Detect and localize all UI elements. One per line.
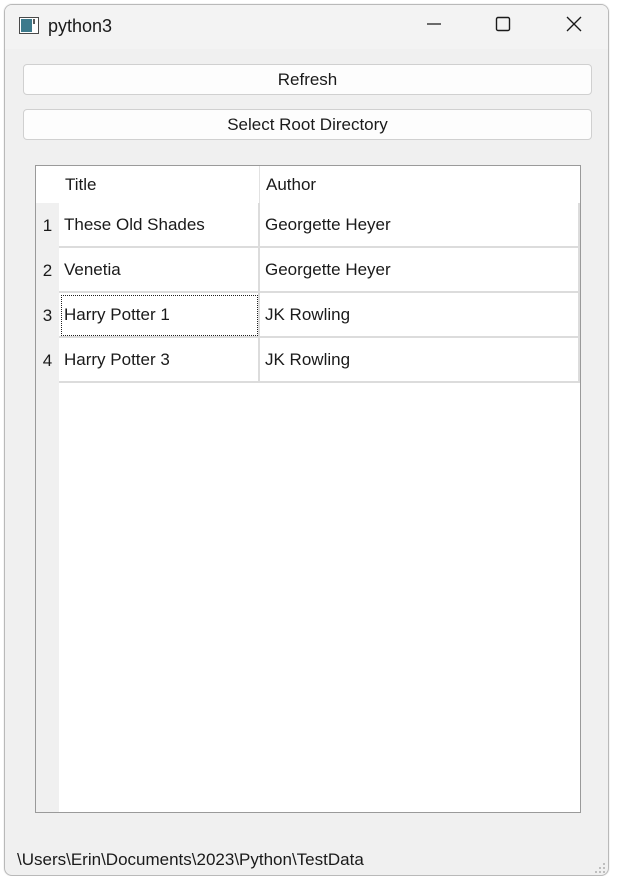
app-window-icon [19,17,39,34]
column-header-title[interactable]: Title [59,166,260,203]
table-cell-author[interactable]: Georgette Heyer [260,248,580,293]
minimize-icon [426,16,442,37]
window-title: python3 [48,16,113,36]
table-cell-author[interactable]: JK Rowling [260,293,580,338]
row-header[interactable]: 3 [36,293,59,338]
maximize-icon [495,16,511,37]
app-window: python3 Refresh Select Root Directory Ti… [4,4,609,876]
table-cell-title[interactable]: Venetia [59,248,260,293]
table-cell-author[interactable]: JK Rowling [260,338,580,383]
table-corner [36,166,59,203]
row-header[interactable]: 2 [36,248,59,293]
table-cell-title-focused[interactable]: Harry Potter 1 [59,293,260,338]
books-table[interactable]: Title Author 1 These Old Shades Georgett… [35,165,581,813]
table-cell-title[interactable]: These Old Shades [59,203,260,248]
maximize-button[interactable] [480,5,526,47]
close-icon [566,16,582,37]
row-header[interactable]: 1 [36,203,59,248]
minimize-button[interactable] [411,5,457,47]
select-root-directory-button[interactable]: Select Root Directory [23,109,592,140]
column-header-author[interactable]: Author [260,166,580,203]
table-cell-author[interactable]: Georgette Heyer [260,203,580,248]
status-bar-path: \Users\Erin\Documents\2023\Python\TestDa… [17,850,364,869]
resize-grip-icon[interactable] [594,861,606,873]
refresh-button[interactable]: Refresh [23,64,592,95]
close-button[interactable] [551,5,597,47]
row-header[interactable]: 4 [36,338,59,383]
title-bar[interactable]: python3 [5,5,608,49]
table-cell-title[interactable]: Harry Potter 3 [59,338,260,383]
